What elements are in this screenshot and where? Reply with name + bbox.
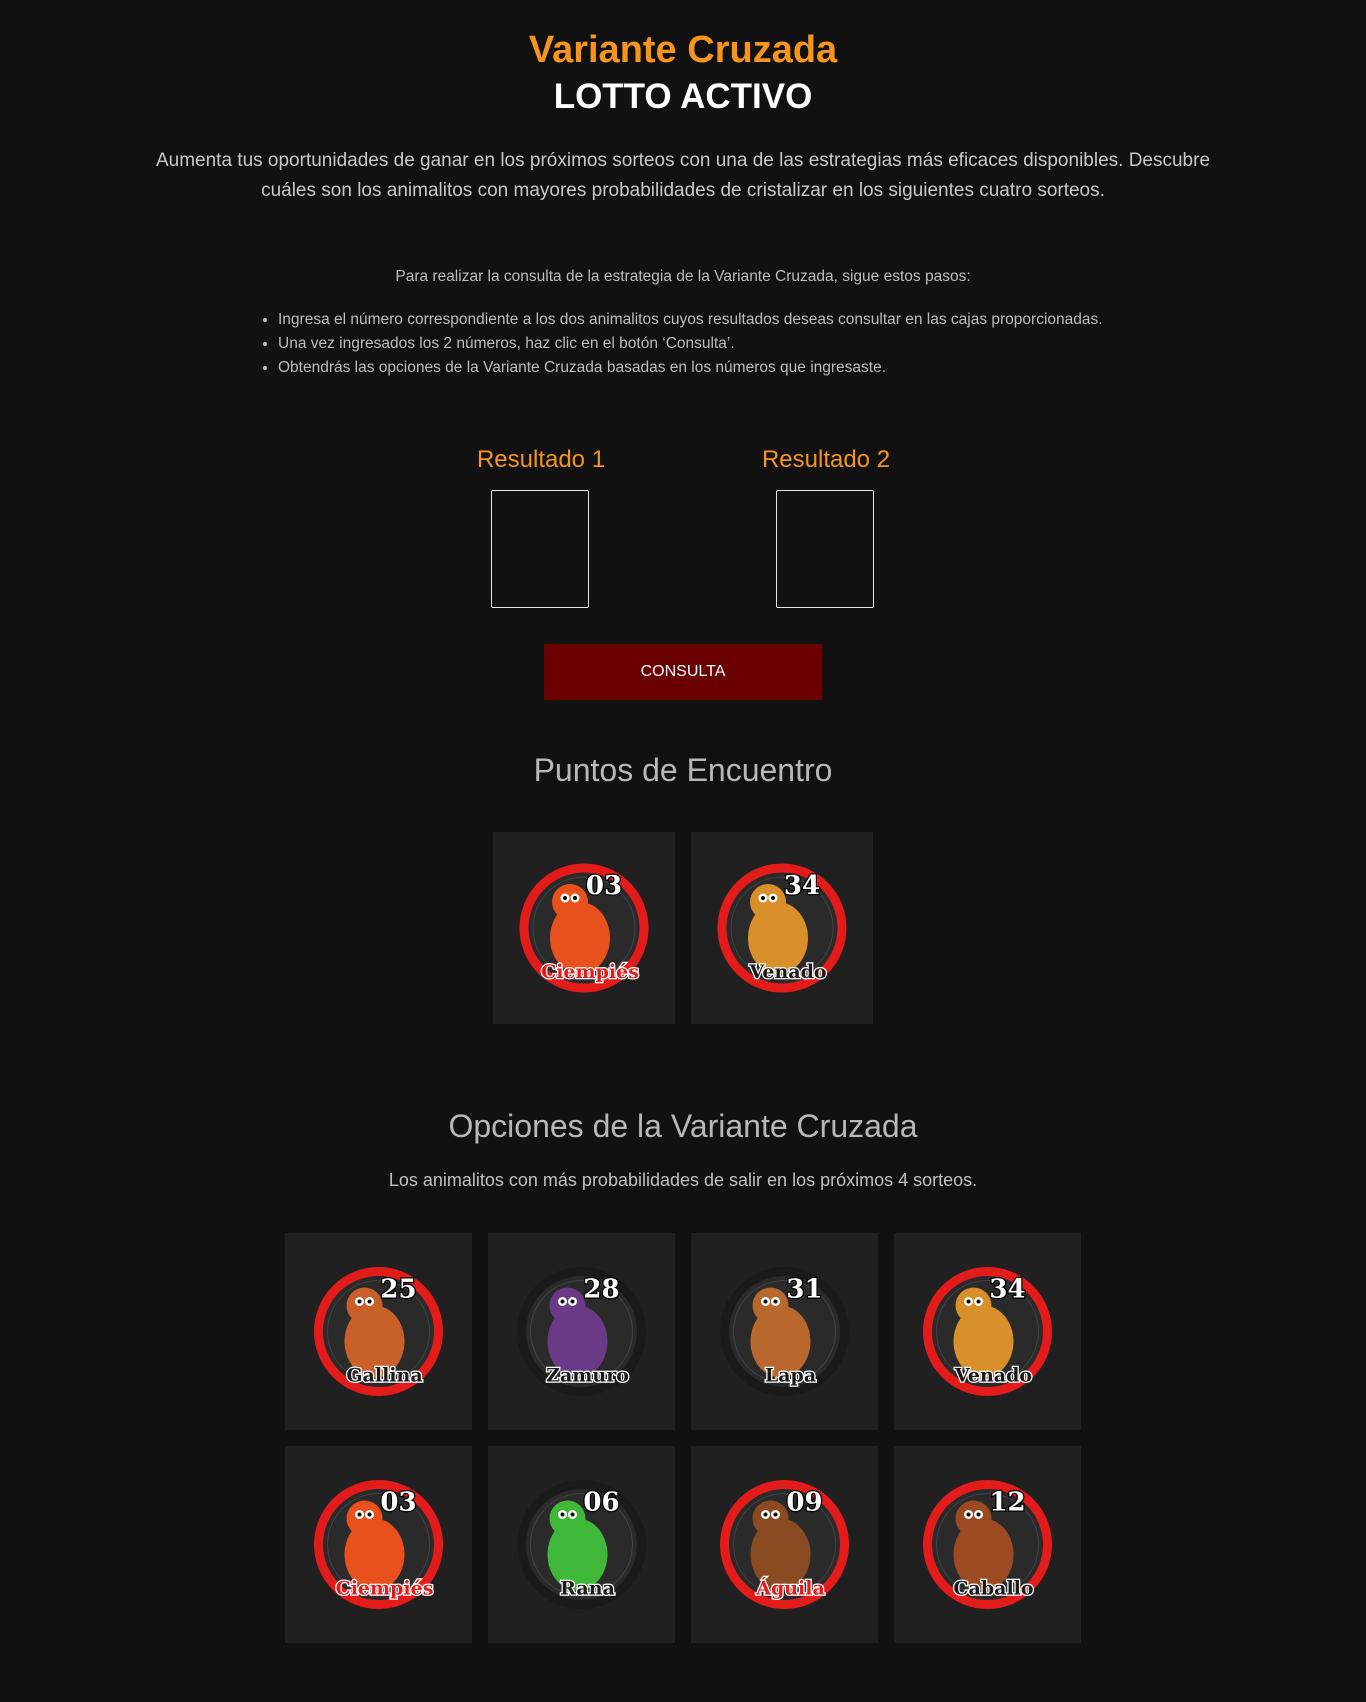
animal-number: 03 — [380, 1488, 416, 1518]
result-1-input[interactable] — [491, 490, 589, 608]
animal-number: 25 — [380, 1275, 416, 1305]
result-2-label: Resultado 2 — [761, 446, 891, 473]
centipede-icon: 03 Ciempiés — [519, 863, 649, 993]
animal-number: 06 — [583, 1488, 619, 1518]
page-subtitle: LOTTO ACTIVO — [553, 77, 813, 116]
animal-card[interactable]: 34 Venado — [894, 1233, 1081, 1430]
result-1-label: Resultado 1 — [476, 446, 606, 473]
paca-icon: 31 Lapa — [720, 1267, 849, 1396]
animal-card[interactable]: 28 Zamuro — [488, 1233, 675, 1430]
eagle-icon: 09 Águila — [720, 1480, 849, 1609]
animal-name: Caballo — [953, 1578, 1033, 1600]
animal-number: 34 — [989, 1275, 1025, 1305]
animal-name: Venado — [748, 961, 826, 983]
animal-name: Zamuro — [546, 1365, 629, 1387]
animal-name: Águila — [755, 1577, 825, 1600]
centipede-icon: 03 Ciempiés — [314, 1480, 443, 1609]
animal-name: Rana — [560, 1578, 615, 1600]
animal-card[interactable]: 31 Lapa — [691, 1233, 878, 1430]
steps-list: Ingresa el número correspondiente a los … — [258, 308, 1103, 380]
animal-number: 31 — [786, 1275, 822, 1305]
vulture-icon: 28 Zamuro — [517, 1267, 646, 1396]
animal-name: Ciempiés — [336, 1578, 434, 1600]
animal-name: Lapa — [765, 1365, 816, 1387]
animal-card[interactable]: 12 Caballo — [894, 1446, 1081, 1643]
steps-intro: Para realizar la consulta de la estrateg… — [395, 268, 971, 285]
step-item: Ingresa el número correspondiente a los … — [278, 308, 1103, 332]
animal-number: 28 — [583, 1275, 619, 1305]
consulta-button[interactable]: CONSULTA — [544, 644, 822, 700]
animal-name: Venado — [954, 1365, 1032, 1387]
animal-card[interactable]: 25 Gallina — [285, 1233, 472, 1430]
animal-card[interactable]: 34 Venado — [691, 832, 873, 1024]
deer-icon: 34 Venado — [717, 863, 847, 993]
animal-number: 09 — [786, 1488, 822, 1518]
animal-number: 03 — [586, 871, 622, 901]
animal-card[interactable]: 06 Rana — [488, 1446, 675, 1643]
animal-card[interactable]: 03 Ciempiés — [493, 832, 675, 1024]
frog-icon: 06 Rana — [517, 1480, 646, 1609]
result-2-input[interactable] — [776, 490, 874, 608]
intro-text: Aumenta tus oportunidades de ganar en lo… — [155, 150, 1211, 201]
animal-card[interactable]: 03 Ciempiés — [285, 1446, 472, 1643]
options-title: Opciones de la Variante Cruzada — [448, 1108, 918, 1144]
step-item: Una vez ingresados los 2 números, haz cl… — [278, 332, 1103, 356]
animal-name: Gallina — [346, 1365, 422, 1387]
animal-number: 34 — [784, 871, 820, 901]
animal-card[interactable]: 09 Águila — [691, 1446, 878, 1643]
options-subtitle: Los animalitos con más probabilidades de… — [388, 1170, 978, 1190]
meeting-points-title: Puntos de Encuentro — [533, 752, 833, 788]
animal-number: 12 — [989, 1488, 1025, 1518]
hen-icon: 25 Gallina — [314, 1267, 443, 1396]
horse-icon: 12 Caballo — [923, 1480, 1052, 1609]
deer-icon: 34 Venado — [923, 1267, 1052, 1396]
page-title: Variante Cruzada — [528, 29, 838, 71]
step-item: Obtendrás las opciones de la Variante Cr… — [278, 356, 1103, 380]
animal-name: Ciempiés — [541, 961, 639, 983]
